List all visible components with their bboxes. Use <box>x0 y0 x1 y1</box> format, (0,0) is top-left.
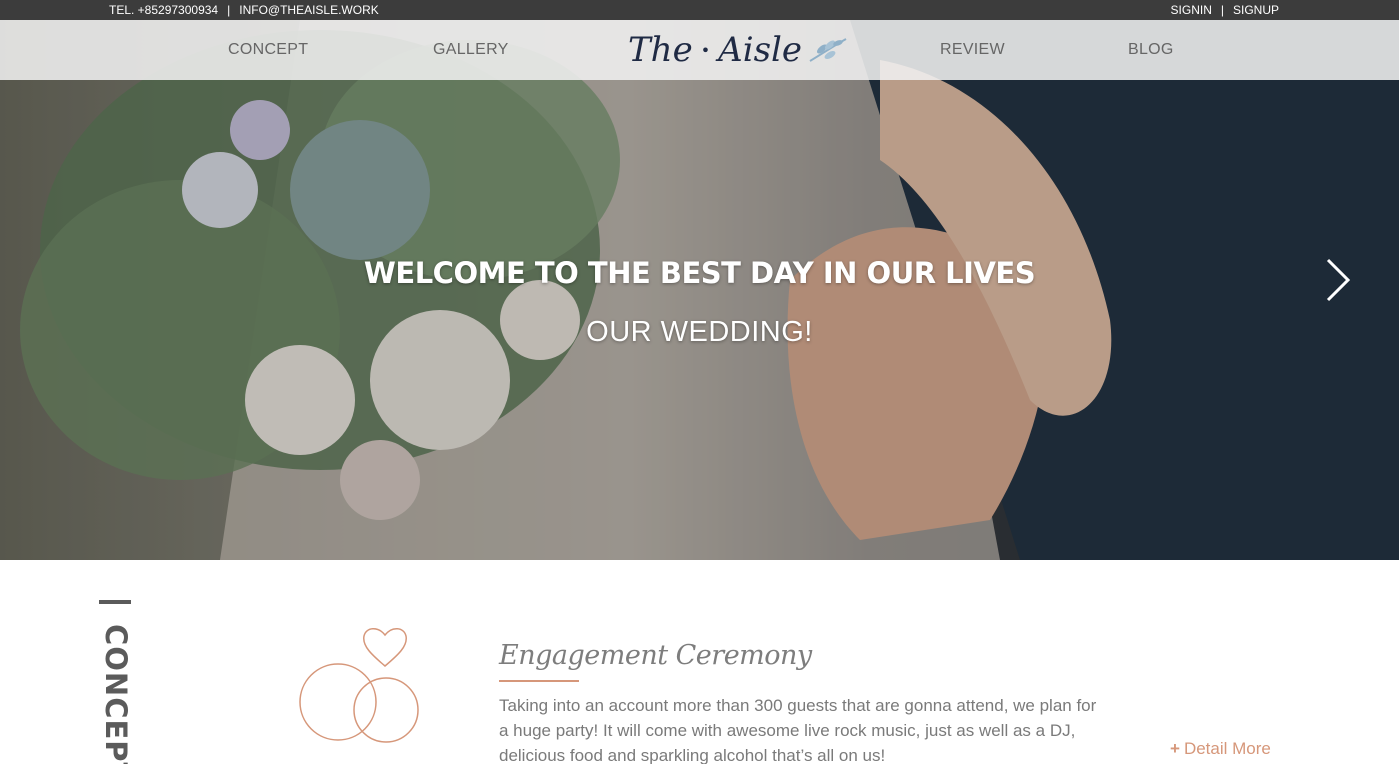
logo-text-aisle: Aisle <box>718 30 803 70</box>
top-info-bar: TEL. +85297300934 | INFO@THEAISLE.WORK S… <box>0 0 1399 20</box>
section-divider <box>99 600 131 604</box>
chevron-right-icon[interactable] <box>1322 256 1354 304</box>
detail-more-link[interactable]: + Detail More <box>1170 739 1271 759</box>
separator: | <box>227 3 231 17</box>
section-side-label: CONCEPT <box>99 624 133 764</box>
signin-link[interactable]: SIGNIN <box>1171 0 1212 20</box>
nav-item-gallery[interactable]: GALLERY <box>433 20 509 80</box>
card-description: Taking into an account more than 300 gue… <box>499 696 1097 764</box>
hero-background-image <box>0 20 1399 560</box>
wedding-rings-icon <box>299 628 419 743</box>
card-title: Engagement Ceremony <box>499 640 812 671</box>
leaf-icon <box>809 38 847 62</box>
phone-link[interactable]: TEL. +85297300934 <box>109 0 218 20</box>
hero-title: WELCOME TO THE BEST DAY IN OUR LIVES <box>363 256 1036 290</box>
detail-more-label: Detail More <box>1183 739 1271 758</box>
logo-dot: • <box>700 40 711 60</box>
separator: | <box>1220 3 1224 17</box>
nav-item-review[interactable]: REVIEW <box>940 20 1005 80</box>
email-link[interactable]: INFO@THEAISLE.WORK <box>239 0 379 20</box>
hero-subtitle: OUR WEDDING! <box>586 316 813 348</box>
nav-item-blog[interactable]: BLOG <box>1128 20 1174 80</box>
site-logo[interactable]: The • Aisle <box>628 28 848 72</box>
concept-section: CONCEPT Engagement Ceremony Taking into … <box>0 560 1399 764</box>
nav-item-concept[interactable]: CONCEPT <box>228 20 308 80</box>
signup-link[interactable]: SIGNUP <box>1233 0 1279 20</box>
title-underline <box>499 680 579 682</box>
logo-text-the: The <box>628 30 693 70</box>
main-nav: CONCEPT GALLERY The • Aisle REVIEW BLOG <box>0 20 1399 80</box>
hero-banner <box>0 20 1399 560</box>
plus-icon: + <box>1170 739 1180 758</box>
